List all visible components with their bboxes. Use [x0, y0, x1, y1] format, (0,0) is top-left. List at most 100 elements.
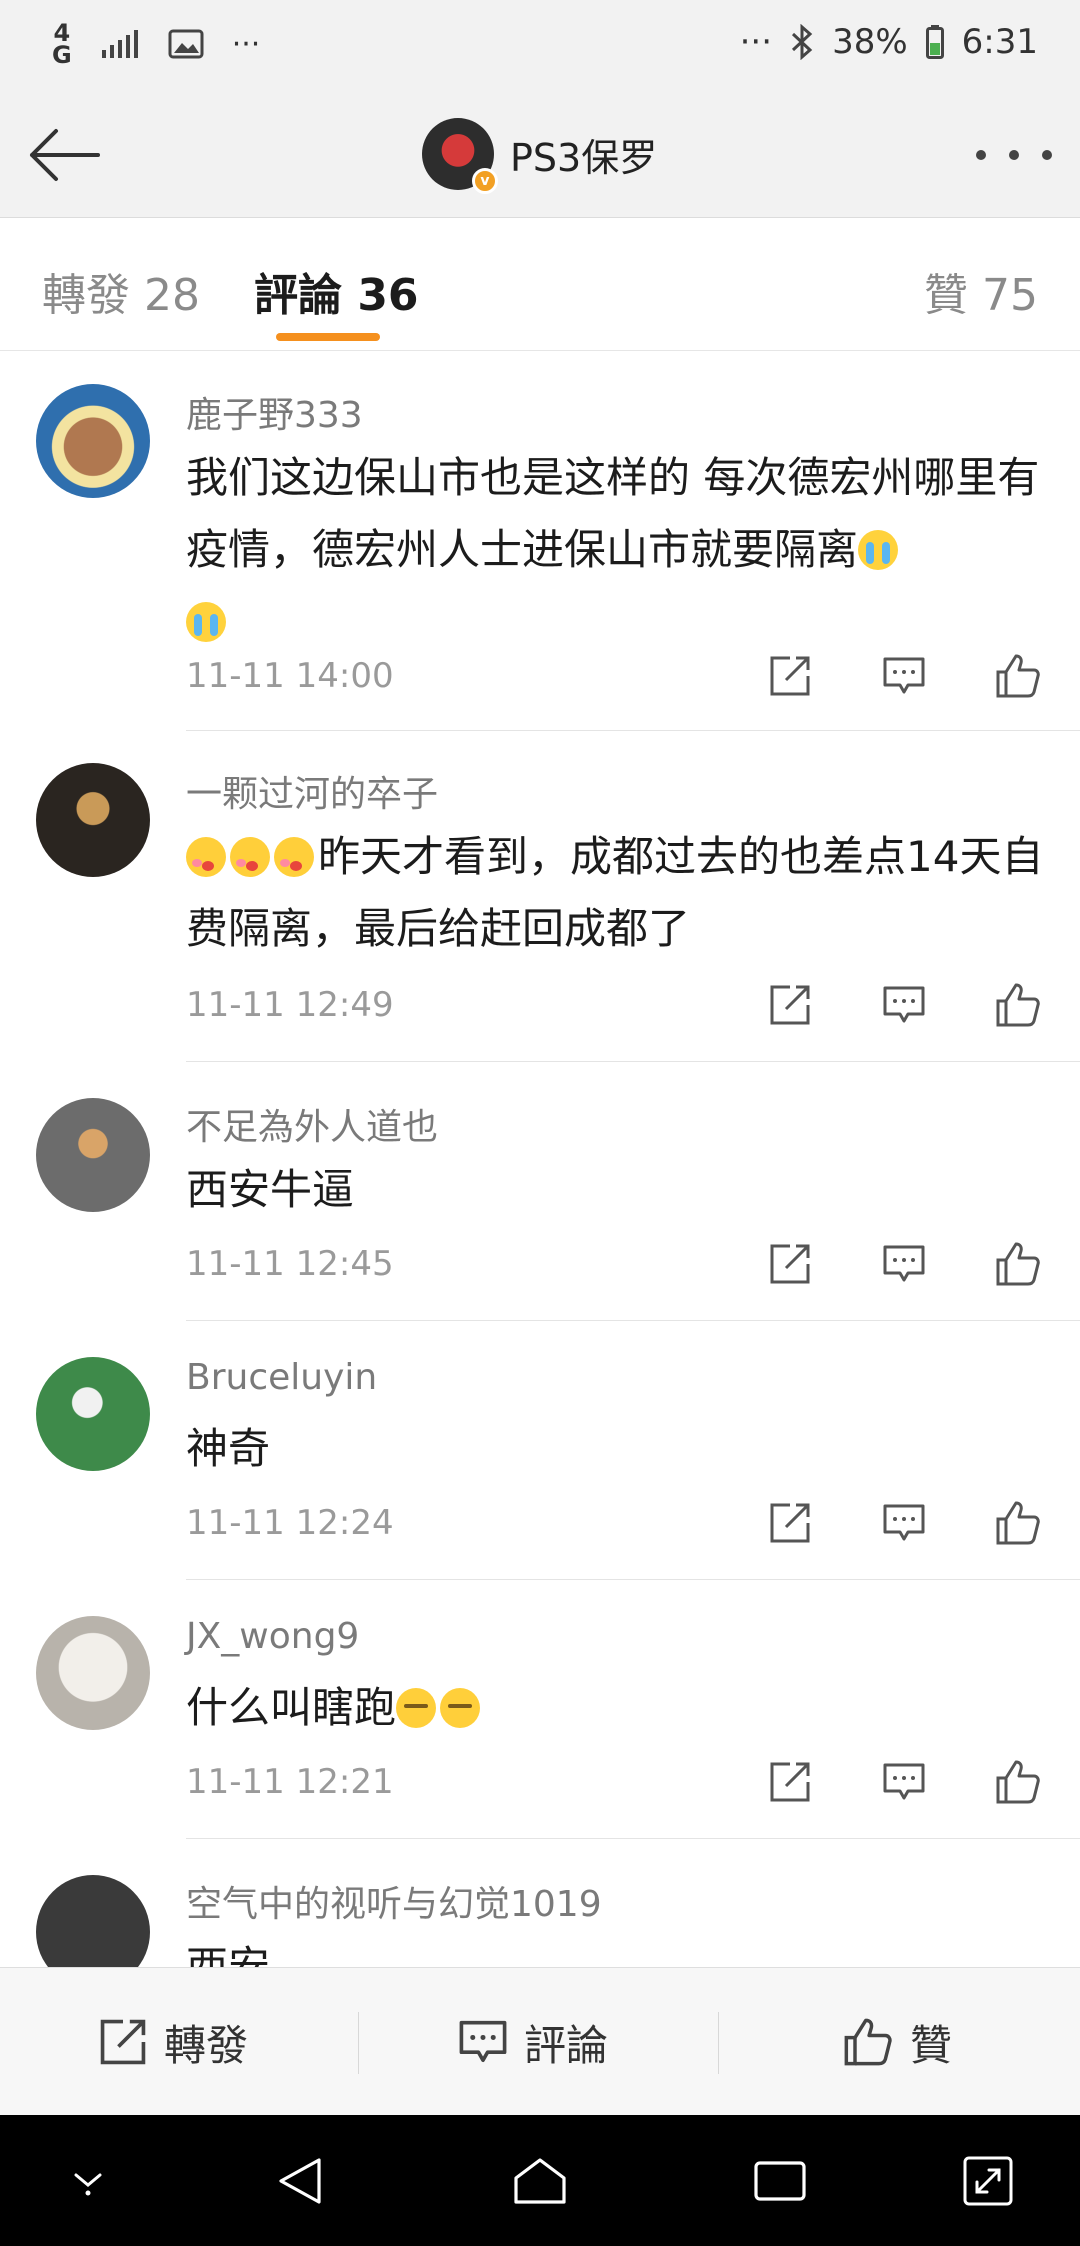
list-item: 空气中的视听与幻觉1019 西安 — [0, 1839, 1080, 1967]
comment-time: 11-11 12:24 — [186, 1503, 394, 1543]
comment-actions — [766, 981, 1042, 1029]
comment-actions — [766, 1499, 1042, 1547]
repost-icon — [100, 2019, 146, 2065]
back-button[interactable] — [22, 116, 106, 194]
status-time: 6:31 — [961, 22, 1038, 62]
repost-icon — [770, 1244, 810, 1284]
comment-label: 評論 — [524, 2020, 609, 2070]
image-icon — [168, 29, 204, 59]
verified-badge-icon: v — [472, 168, 498, 194]
tab-comment[interactable]: 評論 36 — [254, 259, 419, 323]
thumbs-up-icon — [996, 983, 1040, 1027]
comment-button[interactable] — [880, 1499, 928, 1547]
comment-button[interactable] — [880, 1240, 928, 1288]
comment-icon — [883, 1504, 925, 1541]
like-button[interactable]: 贊 — [842, 1968, 952, 2116]
comment-button[interactable] — [880, 652, 928, 700]
comment-username[interactable]: JX_wong9 — [186, 1616, 359, 1657]
comment-icon — [883, 1245, 925, 1282]
divider — [358, 2012, 359, 2074]
repost-button[interactable]: 轉發 — [98, 1968, 248, 2116]
like-button[interactable] — [994, 1240, 1042, 1288]
avatar[interactable] — [36, 384, 150, 498]
repost-button[interactable] — [766, 652, 814, 700]
avatar[interactable] — [36, 1357, 150, 1471]
comment-text: 神奇 — [186, 1413, 1046, 1485]
dot-icon — [1042, 150, 1052, 160]
comment-text-body: 西安 — [186, 1942, 271, 1967]
crying-emoji-icon — [186, 602, 226, 642]
comment-username[interactable]: Bruceluyin — [186, 1357, 377, 1398]
repost-label: 轉發 — [164, 2020, 249, 2070]
like-button[interactable] — [994, 652, 1042, 700]
comment-text: 我们这边保山市也是这样的 每次德宏州哪里有疫情，德宏州人士进保山市就要隔离 — [186, 442, 1046, 658]
page-title: PS3保罗 — [510, 135, 658, 180]
comment-text-body: 我们这边保山市也是这样的 每次德宏州哪里有疫情，德宏州人士进保山市就要隔离 — [186, 453, 1040, 574]
repost-button[interactable] — [766, 1240, 814, 1288]
crying-emoji-icon — [858, 530, 899, 570]
nav-back-button[interactable] — [258, 2139, 342, 2223]
comment-username[interactable]: 空气中的视听与幻觉1019 — [186, 1875, 602, 1927]
comment-button[interactable]: 評論 — [458, 1968, 608, 2116]
back-arrow-icon — [30, 129, 100, 181]
recents-icon — [754, 2161, 806, 2201]
comment-time: 11-11 12:21 — [186, 1762, 394, 1802]
comment-button[interactable] — [880, 981, 928, 1029]
title-user[interactable]: v PS3保罗 — [422, 118, 658, 194]
avatar[interactable] — [36, 1616, 150, 1730]
comment-username[interactable]: 一颗过河的卒子 — [186, 765, 438, 817]
avatar[interactable] — [36, 1098, 150, 1212]
nav-recents-button[interactable] — [738, 2139, 822, 2223]
divider — [718, 2012, 719, 2074]
yum-emoji-icon — [230, 837, 270, 877]
comment-text-body: 神奇 — [186, 1424, 271, 1473]
bottom-action-bar: 轉發 評論 贊 — [0, 1967, 1080, 2115]
list-item: 一颗过河的卒子 昨天才看到，成都过去的也差点14天自费隔离，最后给赶回成都了 1… — [0, 731, 1080, 1062]
list-item: 鹿子野333 我们这边保山市也是这样的 每次德宏州哪里有疫情，德宏州人士进保山市… — [0, 352, 1080, 731]
title-bar: v PS3保罗 — [0, 92, 1080, 218]
active-tab-indicator — [276, 333, 380, 341]
like-label: 贊 — [910, 2020, 953, 2070]
comment-actions — [766, 652, 1042, 700]
lte-icon: 4G — [52, 19, 72, 69]
avatar[interactable]: v — [422, 118, 498, 194]
repost-button[interactable] — [766, 1758, 814, 1806]
status-more-right: ··· — [739, 22, 773, 62]
dot-icon — [1009, 150, 1019, 160]
avatar[interactable] — [36, 1875, 150, 1967]
status-more-left: ··· — [231, 26, 261, 62]
comment-icon — [883, 1763, 925, 1800]
tab-bar: 轉發 28 評論 36 贊 75 — [0, 219, 1080, 351]
comment-username[interactable]: 不足為外人道也 — [186, 1098, 438, 1150]
hide-nav-button[interactable] — [46, 2139, 130, 2223]
thumbs-up-icon — [844, 2018, 892, 2066]
tab-like[interactable]: 贊 75 — [924, 259, 1038, 323]
repost-icon — [770, 656, 810, 696]
tab-repost[interactable]: 轉發 28 — [42, 259, 200, 323]
comment-button[interactable] — [880, 1758, 928, 1806]
comment-actions — [766, 1758, 1042, 1806]
thumbs-up-icon — [996, 654, 1040, 698]
sleepy-emoji-icon — [396, 1688, 437, 1728]
sleepy-emoji-icon — [440, 1688, 481, 1728]
repost-button[interactable] — [766, 981, 814, 1029]
more-options-button[interactable] — [976, 132, 1052, 178]
comment-icon — [883, 986, 925, 1023]
nav-expand-button[interactable] — [946, 2139, 1030, 2223]
thumbs-up-icon — [996, 1242, 1040, 1286]
comment-icon — [459, 2020, 507, 2062]
dot-icon — [976, 150, 986, 160]
like-button[interactable] — [994, 1499, 1042, 1547]
like-button[interactable] — [994, 981, 1042, 1029]
repost-button[interactable] — [766, 1499, 814, 1547]
avatar[interactable] — [36, 763, 150, 877]
expand-icon — [963, 2156, 1013, 2206]
thumbs-up-icon — [996, 1501, 1040, 1545]
like-button[interactable] — [994, 1758, 1042, 1806]
nav-home-button[interactable] — [498, 2139, 582, 2223]
signal-icon — [100, 30, 140, 58]
comment-time: 11-11 12:49 — [186, 985, 394, 1025]
comment-username[interactable]: 鹿子野333 — [186, 386, 363, 438]
comment-text-body: 西安牛逼 — [186, 1165, 355, 1214]
repost-icon — [770, 985, 810, 1025]
